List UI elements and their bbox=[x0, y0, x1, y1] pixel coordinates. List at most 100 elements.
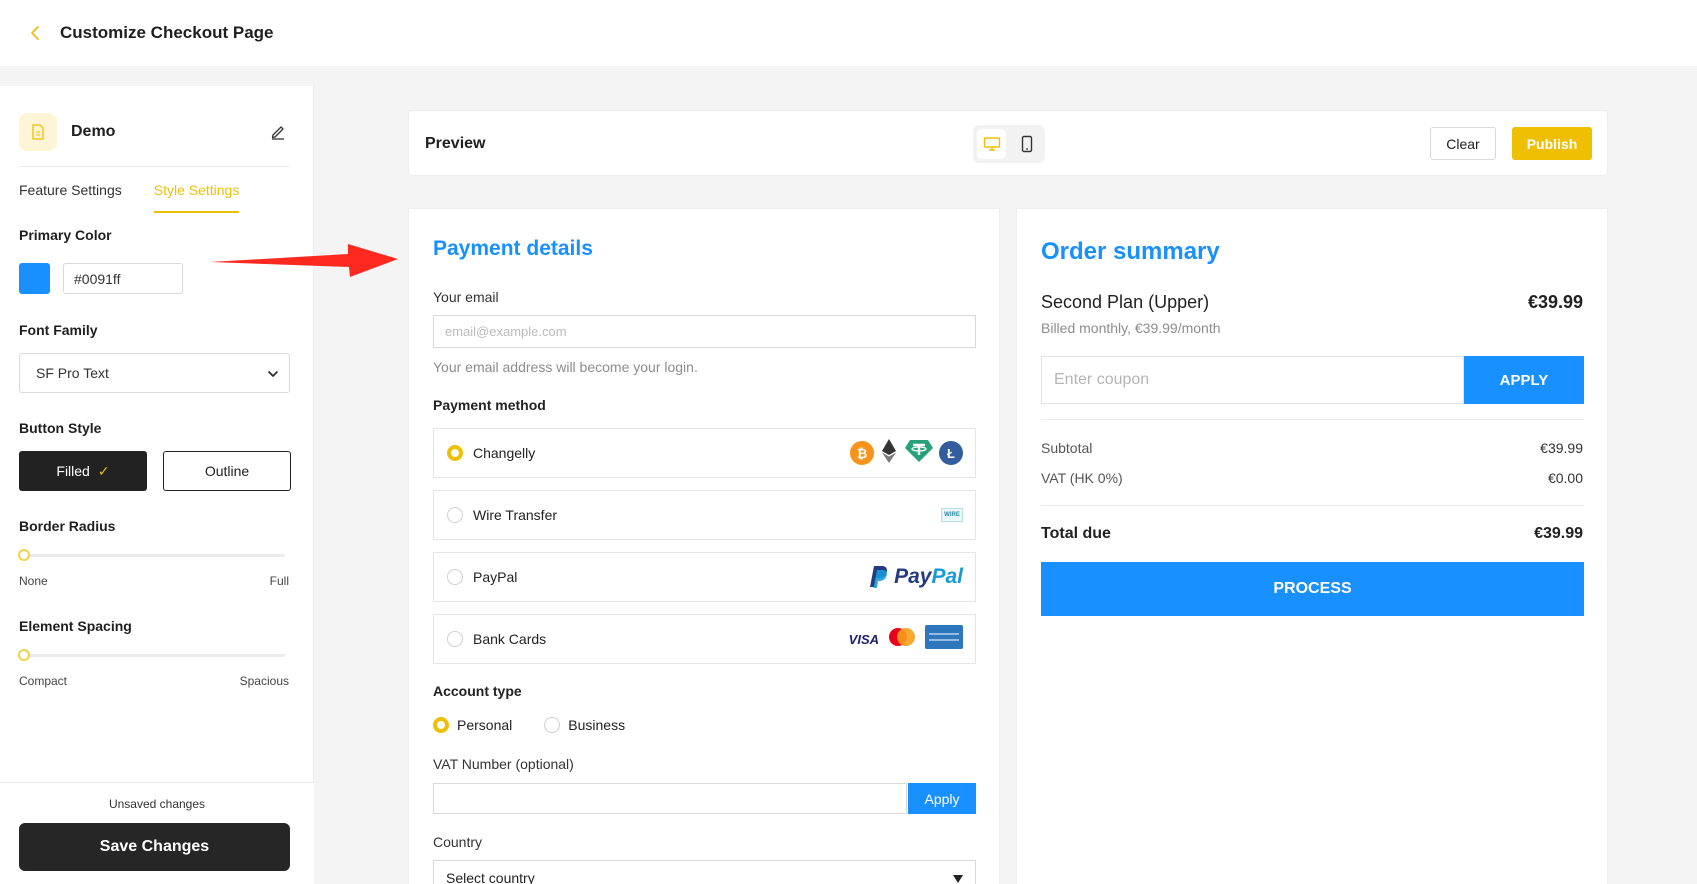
button-style-outline[interactable]: Outline bbox=[163, 451, 291, 491]
payment-method-paypal[interactable]: PayPal PayPal bbox=[433, 552, 976, 602]
element-spacing-slider[interactable] bbox=[19, 654, 285, 657]
coupon-placeholder: Enter coupon bbox=[1054, 371, 1150, 388]
radio-personal[interactable] bbox=[433, 717, 449, 733]
button-style-filled-label: Filled bbox=[56, 463, 90, 479]
device-toggle bbox=[973, 125, 1045, 163]
country-placeholder: Select country bbox=[446, 870, 535, 884]
border-radius-label: Border Radius bbox=[19, 518, 116, 534]
tether-icon bbox=[904, 439, 934, 468]
font-family-value: SF Pro Text bbox=[36, 365, 109, 381]
publish-button[interactable]: Publish bbox=[1512, 127, 1592, 160]
amex-icon bbox=[925, 624, 963, 654]
save-changes-button[interactable]: Save Changes bbox=[19, 823, 290, 871]
element-spacing-slider-handle[interactable] bbox=[18, 649, 30, 661]
email-label: Your email bbox=[433, 289, 499, 305]
page-title: Customize Checkout Page bbox=[60, 23, 274, 42]
desktop-icon[interactable] bbox=[977, 129, 1006, 159]
divider bbox=[1041, 419, 1584, 420]
edit-pencil-icon[interactable] bbox=[266, 120, 290, 144]
email-placeholder: email@example.com bbox=[445, 324, 567, 339]
mobile-icon[interactable] bbox=[1012, 129, 1041, 159]
paypal-pal-text: Pal bbox=[931, 565, 963, 588]
vat-label: VAT (HK 0%) bbox=[1041, 470, 1123, 486]
payment-method-name: PayPal bbox=[473, 569, 518, 585]
total-due-label: Total due bbox=[1041, 525, 1111, 542]
account-type-label: Account type bbox=[433, 683, 522, 699]
check-icon: ✓ bbox=[97, 462, 110, 479]
subtotal-value: €39.99 bbox=[1540, 440, 1583, 456]
font-family-select[interactable]: SF Pro Text bbox=[19, 353, 290, 393]
radio-bank-cards[interactable] bbox=[447, 631, 463, 647]
visa-icon: VISA bbox=[848, 631, 879, 647]
divider bbox=[1041, 505, 1584, 506]
vat-value: €0.00 bbox=[1547, 470, 1583, 486]
country-select[interactable]: Select country bbox=[433, 860, 976, 884]
wire-logo-icon: WIRE bbox=[941, 508, 963, 522]
radio-paypal[interactable] bbox=[447, 569, 463, 585]
settings-tabs: Feature Settings Style Settings bbox=[19, 182, 240, 213]
button-style-outline-label: Outline bbox=[204, 463, 250, 479]
ethereum-icon bbox=[879, 438, 899, 469]
order-summary-card: Order summary Second Plan (Upper) €39.99… bbox=[1016, 208, 1608, 884]
border-radius-max-label: Full bbox=[269, 574, 289, 588]
radio-business[interactable] bbox=[544, 717, 561, 733]
payment-method-wire-transfer[interactable]: Wire Transfer WIRE bbox=[433, 490, 976, 540]
plan-price: €39.99 bbox=[1527, 292, 1583, 312]
divider bbox=[19, 166, 290, 167]
wire-logo-text: WIRE bbox=[941, 508, 963, 522]
payment-method-changelly[interactable]: Changelly ₿ Ł bbox=[433, 428, 976, 478]
primary-color-swatch[interactable] bbox=[19, 263, 50, 294]
coupon-apply-button[interactable]: APPLY bbox=[1464, 356, 1584, 404]
account-type-personal[interactable]: Personal bbox=[433, 717, 512, 733]
radio-changelly[interactable] bbox=[447, 445, 463, 461]
vat-number-input[interactable] bbox=[433, 783, 907, 814]
button-style-label: Button Style bbox=[19, 420, 102, 436]
payment-method-name: Wire Transfer bbox=[473, 507, 558, 523]
primary-color-label: Primary Color bbox=[19, 227, 112, 243]
primary-color-input[interactable] bbox=[63, 263, 183, 294]
payment-method-label: Payment method bbox=[433, 397, 546, 413]
top-bar: Customize Checkout Page bbox=[0, 0, 1697, 66]
tab-feature-settings[interactable]: Feature Settings bbox=[19, 182, 122, 213]
element-spacing-max-label: Spacious bbox=[239, 674, 289, 688]
chevron-down-icon bbox=[267, 365, 279, 381]
border-radius-slider-handle[interactable] bbox=[18, 549, 30, 561]
document-icon bbox=[19, 113, 57, 151]
process-button[interactable]: PROCESS bbox=[1041, 562, 1584, 616]
country-label: Country bbox=[433, 834, 483, 850]
card-logos: VISA bbox=[848, 624, 963, 654]
plan-billing-info: Billed monthly, €39.99/month bbox=[1041, 320, 1221, 336]
account-type-business[interactable]: Business bbox=[544, 717, 625, 733]
email-input[interactable]: email@example.com bbox=[433, 315, 976, 348]
payment-method-name: Changelly bbox=[473, 445, 536, 461]
project-header: Demo bbox=[19, 110, 290, 154]
element-spacing-label: Element Spacing bbox=[19, 618, 132, 634]
crypto-logos: ₿ Ł bbox=[850, 438, 963, 469]
mastercard-icon bbox=[887, 627, 917, 652]
tab-style-settings[interactable]: Style Settings bbox=[153, 182, 240, 213]
order-summary-title: Order summary bbox=[1041, 238, 1220, 265]
button-style-filled[interactable]: Filled ✓ bbox=[19, 451, 147, 491]
subtotal-label: Subtotal bbox=[1041, 440, 1093, 456]
clear-button[interactable]: Clear bbox=[1430, 127, 1496, 160]
plan-name: Second Plan (Upper) bbox=[1041, 292, 1210, 312]
vat-apply-button[interactable]: Apply bbox=[908, 783, 976, 814]
payment-method-name: Bank Cards bbox=[473, 631, 547, 647]
litecoin-icon: Ł bbox=[939, 441, 963, 465]
sidebar-footer: Unsaved changes Save Changes bbox=[0, 782, 314, 884]
preview-title: Preview bbox=[425, 135, 486, 152]
font-family-label: Font Family bbox=[19, 322, 98, 338]
paypal-pay-text: Pay bbox=[894, 565, 932, 588]
payment-method-bank-cards[interactable]: Bank Cards VISA bbox=[433, 614, 976, 664]
element-spacing-min-label: Compact bbox=[19, 674, 68, 688]
back-arrow-icon[interactable] bbox=[24, 21, 48, 45]
coupon-input[interactable]: Enter coupon bbox=[1041, 356, 1464, 404]
account-type-options: Personal Business bbox=[433, 717, 657, 733]
project-name: Demo bbox=[71, 123, 116, 140]
account-type-personal-label: Personal bbox=[457, 717, 513, 733]
radio-wire-transfer[interactable] bbox=[447, 507, 463, 523]
border-radius-slider[interactable] bbox=[19, 554, 285, 557]
email-hint: Your email address will become your logi… bbox=[433, 359, 698, 375]
bitcoin-icon: ₿ bbox=[850, 441, 874, 465]
settings-sidebar: Demo Feature Settings Style Settings Pri… bbox=[0, 86, 314, 884]
